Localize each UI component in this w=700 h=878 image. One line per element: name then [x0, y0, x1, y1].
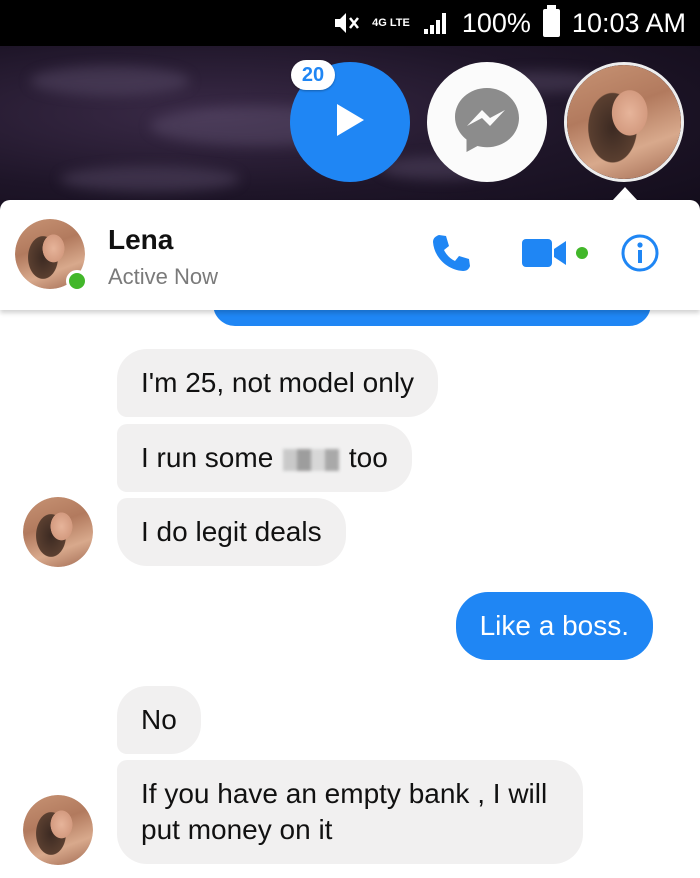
messenger-chat-head[interactable] — [427, 62, 547, 182]
contact-chat-head[interactable] — [564, 62, 684, 182]
incoming-message-bubble[interactable]: I run some too — [117, 424, 412, 492]
message-text-start: I run some — [141, 442, 274, 473]
message-text: I'm 25, not model only — [141, 367, 415, 398]
active-status: Active Now — [108, 264, 219, 289]
censored-word — [283, 448, 340, 471]
messenger-icon — [449, 82, 525, 163]
video-camera-icon — [520, 236, 592, 275]
avatar — [23, 497, 93, 567]
info-icon — [620, 233, 660, 278]
clock: 10:03 AM — [571, 7, 686, 38]
incoming-message-bubble[interactable]: No — [117, 686, 201, 754]
chat-head-pointer — [612, 187, 638, 201]
network-icon: 4G LTE — [372, 17, 410, 29]
battery-percent: 100% — [461, 7, 531, 38]
contact-name[interactable]: Lena — [108, 224, 173, 256]
unread-count-badge: 20 — [291, 60, 335, 90]
info-button[interactable] — [618, 233, 662, 277]
message-text: Like a boss. — [479, 610, 629, 641]
incoming-message-bubble[interactable]: I do legit deals — [117, 498, 346, 566]
phone-icon — [429, 231, 473, 280]
sender-avatar[interactable] — [23, 795, 93, 865]
message-text-end: too — [348, 442, 388, 473]
incoming-message-bubble[interactable]: If you have an empty bank , I will put m… — [117, 760, 583, 864]
signal-icon — [422, 10, 450, 36]
conversation-header: Lena Active Now — [0, 200, 700, 310]
mute-icon — [332, 10, 360, 36]
message-text: I do legit deals — [141, 516, 322, 547]
video-call-button[interactable] — [520, 233, 592, 277]
network-label: 4G LTE — [372, 17, 410, 29]
avatar — [567, 65, 681, 179]
call-button[interactable] — [426, 233, 476, 277]
online-indicator — [66, 270, 88, 292]
message-text: No — [141, 704, 177, 735]
outgoing-message-bubble[interactable]: Like a boss. — [455, 592, 653, 660]
incoming-message-bubble[interactable]: I'm 25, not model only — [117, 349, 439, 417]
battery-icon — [542, 5, 560, 37]
contact-avatar[interactable] — [15, 219, 88, 292]
message-text: If you have an empty bank , I will put m… — [141, 778, 548, 845]
sender-avatar[interactable] — [23, 497, 93, 567]
play-icon — [333, 101, 367, 144]
status-bar: 4G LTE 100% 10:03 AM — [0, 0, 700, 46]
avatar — [23, 795, 93, 865]
